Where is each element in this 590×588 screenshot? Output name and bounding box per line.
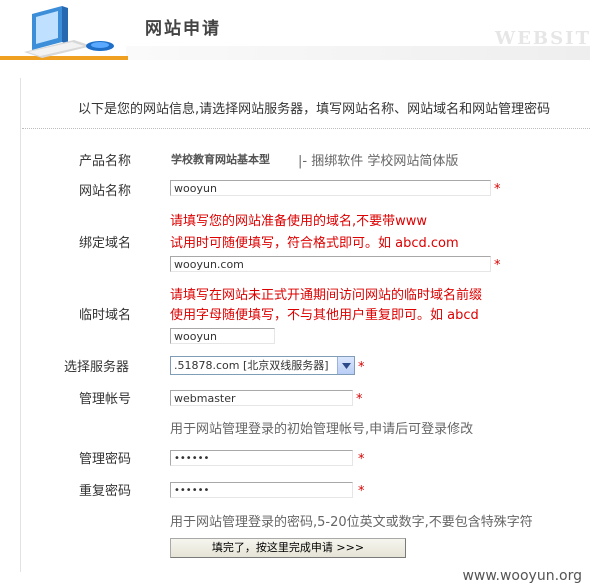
bind-domain-hint-line1: 请填写您的网站准备使用的域名,不要带www <box>170 214 428 229</box>
temp-domain-hint-line2: 使用字母随便填写，不与其他用户重复即可。如 abcd <box>170 308 479 323</box>
footer-watermark: www.wooyun.org <box>462 568 582 584</box>
repeat-password-input[interactable] <box>170 482 353 498</box>
bind-domain-required-mark: * <box>494 258 501 273</box>
bind-domain-label: 绑定域名 <box>79 236 132 251</box>
repeat-password-required-mark: * <box>358 484 365 499</box>
admin-account-hint: 用于网站管理登录的初始管理帐号,申请后可登录修改 <box>170 422 474 437</box>
header-watermark: WEBSITE <box>495 28 590 49</box>
temp-domain-label: 临时域名 <box>79 308 132 323</box>
admin-account-input[interactable] <box>170 390 353 406</box>
admin-password-input[interactable] <box>170 450 353 466</box>
password-hint: 用于网站管理登录的密码,5-20位英文或数字,不要包含特殊字符 <box>170 515 533 530</box>
admin-account-label: 管理帐号 <box>79 392 132 407</box>
server-required-mark: * <box>358 360 365 375</box>
dotted-divider <box>22 128 590 129</box>
admin-password-label: 管理密码 <box>79 452 132 467</box>
product-label: 产品名称 <box>79 154 132 169</box>
site-name-label: 网站名称 <box>79 184 132 199</box>
site-name-input[interactable] <box>170 180 491 196</box>
bind-domain-hint-line2: 试用时可随便填写，符合格式即可。如 abcd.com <box>170 236 459 251</box>
admin-account-required-mark: * <box>356 392 363 407</box>
admin-password-required-mark: * <box>358 452 365 467</box>
submit-button[interactable]: 填完了，按这里完成申请 >>> <box>170 538 406 558</box>
temp-domain-input[interactable] <box>170 328 275 344</box>
header-banner: 网站申请 WEBSITE <box>0 0 590 60</box>
chevron-down-icon[interactable] <box>337 357 354 374</box>
server-select[interactable]: .51878.com [北京双线服务器] <box>170 356 355 375</box>
bind-domain-input[interactable] <box>170 256 491 272</box>
page-title: 网站申请 <box>145 19 221 39</box>
server-label: 选择服务器 <box>64 360 130 375</box>
repeat-password-label: 重复密码 <box>79 484 132 499</box>
intro-text: 以下是您的网站信息,请选择网站服务器，填写网站名称、网站域名和网站管理密码 <box>78 102 551 117</box>
computer-logo-icon <box>24 6 114 58</box>
server-select-value: .51878.com [北京双线服务器] <box>174 359 329 372</box>
temp-domain-hint-line1: 请填写在网站未正式开通期间访问网站的临时域名前缀 <box>170 288 483 303</box>
product-suffix: |- 捆绑软件 学校网站简体版 <box>298 154 459 169</box>
site-name-required-mark: * <box>494 182 501 197</box>
content-border <box>20 78 21 572</box>
product-name: 学校教育网站基本型 <box>171 153 270 166</box>
